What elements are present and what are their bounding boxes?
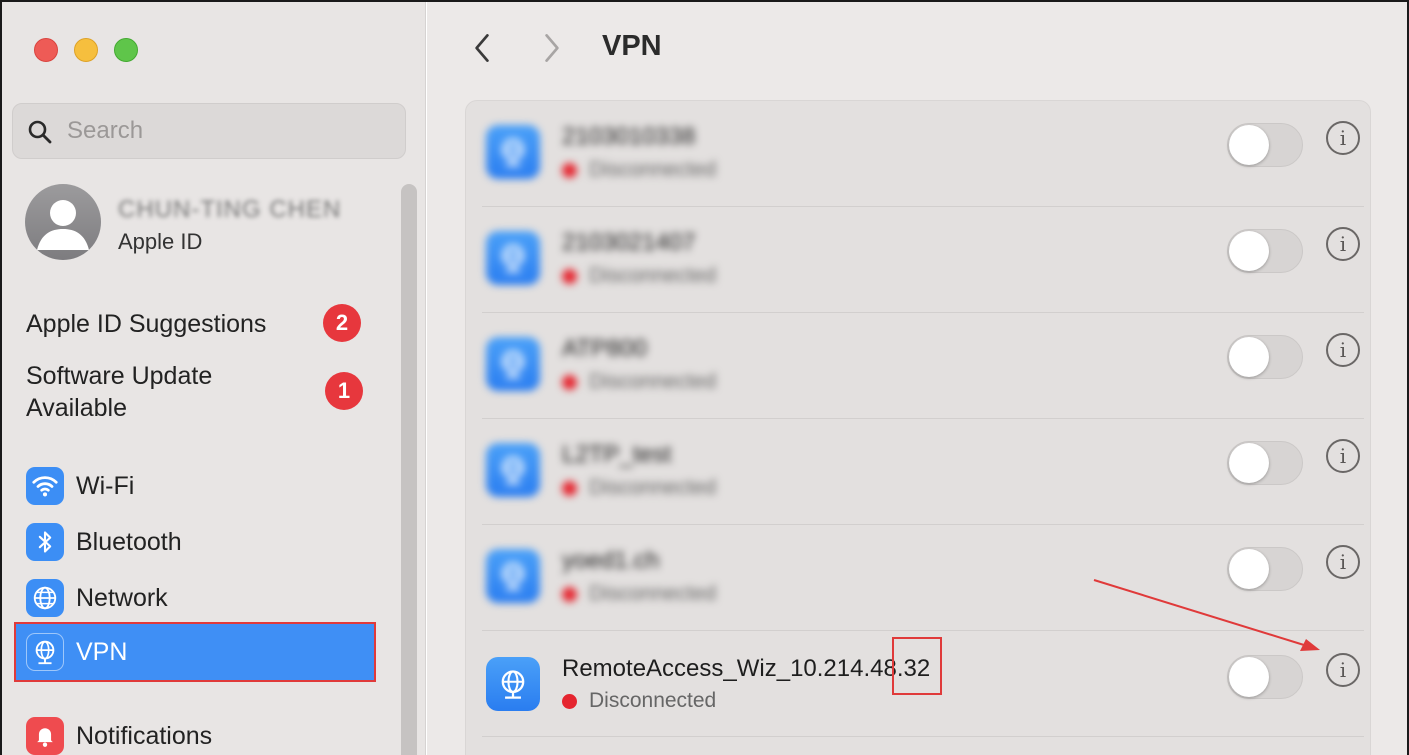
sidebar-item-network[interactable]: Network bbox=[16, 570, 374, 626]
status-dot bbox=[562, 480, 577, 496]
vpn-toggle[interactable] bbox=[1227, 441, 1303, 485]
wifi-icon bbox=[26, 467, 64, 505]
page-title: VPN bbox=[602, 30, 662, 62]
avatar[interactable] bbox=[25, 184, 101, 260]
toggle-knob bbox=[1229, 657, 1269, 697]
vpn-list-item[interactable]: 2103021407 Disconnected i bbox=[466, 207, 1370, 313]
sidebar-item-notifications[interactable]: Notifications bbox=[16, 708, 374, 755]
vpn-status: Disconnected bbox=[562, 370, 716, 394]
sidebar-item-label: VPN bbox=[76, 637, 128, 666]
vpn-list-item[interactable]: yoed1.ch Disconnected i bbox=[466, 525, 1370, 631]
person-icon bbox=[37, 200, 89, 250]
vpn-status-text: Disconnected bbox=[589, 689, 717, 712]
bell-icon bbox=[26, 717, 64, 755]
globe-icon bbox=[26, 579, 64, 617]
info-icon[interactable]: i bbox=[1326, 653, 1360, 687]
suggestion-label: Apple ID Suggestions bbox=[26, 310, 267, 338]
chevron-right-icon bbox=[545, 34, 559, 62]
info-icon[interactable]: i bbox=[1326, 439, 1360, 473]
sidebar-item-label: Notifications bbox=[76, 721, 213, 750]
annotation-highlight-box bbox=[892, 637, 942, 695]
toggle-knob bbox=[1229, 337, 1269, 377]
vpn-name: 2103021407 bbox=[562, 229, 696, 256]
info-icon[interactable]: i bbox=[1326, 121, 1360, 155]
vpn-status-text: Disconnected bbox=[589, 370, 717, 393]
vpn-toggle[interactable] bbox=[1227, 335, 1303, 379]
vpn-toggle[interactable] bbox=[1227, 655, 1303, 699]
info-icon[interactable]: i bbox=[1326, 333, 1360, 367]
search-field[interactable] bbox=[12, 103, 406, 159]
account-subtitle: Apple ID bbox=[118, 229, 203, 254]
status-dot bbox=[562, 374, 577, 390]
chevron-left-icon bbox=[475, 34, 489, 62]
vpn-globe-icon bbox=[486, 337, 540, 391]
toggle-knob bbox=[1229, 549, 1269, 589]
vpn-list-item[interactable]: L2TP_test Disconnected i bbox=[466, 419, 1370, 525]
vpn-globe-icon bbox=[486, 549, 540, 603]
info-icon[interactable]: i bbox=[1326, 227, 1360, 261]
sidebar: CHUN-TING CHEN Apple ID Apple ID Suggest… bbox=[2, 2, 426, 755]
vpn-status-text: Disconnected bbox=[589, 476, 717, 499]
suggestion-label-line2: Available bbox=[26, 394, 128, 422]
vpn-name: yoed1.ch bbox=[562, 547, 660, 574]
vpn-list-item[interactable]: ATP800 Disconnected i bbox=[466, 313, 1370, 419]
vpn-name: RemoteAccess_Wiz_10.214.48.32 bbox=[562, 655, 931, 682]
notification-badge: 1 bbox=[325, 372, 363, 410]
minimize-window-button[interactable] bbox=[74, 38, 98, 62]
vpn-globe-icon bbox=[26, 633, 64, 671]
vpn-status-text: Disconnected bbox=[589, 158, 717, 181]
vpn-toggle[interactable] bbox=[1227, 229, 1303, 273]
sidebar-item-software-update[interactable]: Software Update Available bbox=[26, 360, 212, 424]
vpn-globe-icon bbox=[486, 657, 540, 711]
back-button[interactable] bbox=[467, 28, 497, 68]
vpn-status-text: Disconnected bbox=[589, 264, 717, 287]
status-dot bbox=[562, 586, 577, 602]
vpn-name: ATP800 bbox=[562, 335, 647, 362]
divider bbox=[482, 736, 1364, 737]
notification-badge: 2 bbox=[323, 304, 361, 342]
account-name[interactable]: CHUN-TING CHEN bbox=[118, 196, 341, 224]
info-icon[interactable]: i bbox=[1326, 545, 1360, 579]
vpn-globe-icon bbox=[486, 125, 540, 179]
sidebar-item-bluetooth[interactable]: Bluetooth bbox=[16, 514, 374, 570]
status-dot bbox=[562, 162, 577, 178]
vpn-status: Disconnected bbox=[562, 689, 716, 713]
status-dot bbox=[562, 268, 577, 284]
vpn-status: Disconnected bbox=[562, 158, 716, 182]
vpn-status-text: Disconnected bbox=[589, 582, 717, 605]
sidebar-item-label: Wi-Fi bbox=[76, 471, 135, 500]
sidebar-item-wifi[interactable]: Wi-Fi bbox=[16, 458, 374, 514]
toggle-knob bbox=[1229, 231, 1269, 271]
toggle-knob bbox=[1229, 443, 1269, 483]
sidebar-item-label: Bluetooth bbox=[76, 527, 182, 556]
vpn-name: 2103010338 bbox=[562, 123, 696, 150]
suggestion-label-line1: Software Update bbox=[26, 362, 213, 390]
vpn-list-item[interactable]: 2103010338 Disconnected i bbox=[466, 101, 1370, 207]
vpn-globe-icon bbox=[486, 231, 540, 285]
vpn-name: L2TP_test bbox=[562, 441, 672, 468]
search-icon bbox=[28, 120, 52, 144]
sidebar-item-apple-id-suggestions[interactable]: Apple ID Suggestions bbox=[26, 308, 266, 340]
toggle-knob bbox=[1229, 125, 1269, 165]
status-dot bbox=[562, 693, 577, 709]
zoom-window-button[interactable] bbox=[114, 38, 138, 62]
search-input[interactable] bbox=[67, 114, 387, 148]
sidebar-scrollbar[interactable] bbox=[401, 184, 417, 755]
vpn-status: Disconnected bbox=[562, 264, 716, 288]
vpn-toggle[interactable] bbox=[1227, 123, 1303, 167]
bluetooth-icon bbox=[26, 523, 64, 561]
forward-button[interactable] bbox=[537, 28, 567, 68]
sidebar-item-label: Network bbox=[76, 583, 168, 612]
vpn-globe-icon bbox=[486, 443, 540, 497]
close-window-button[interactable] bbox=[34, 38, 58, 62]
vpn-status: Disconnected bbox=[562, 582, 716, 606]
sidebar-item-vpn[interactable]: VPN bbox=[14, 622, 376, 682]
vpn-status: Disconnected bbox=[562, 476, 716, 500]
vpn-toggle[interactable] bbox=[1227, 547, 1303, 591]
